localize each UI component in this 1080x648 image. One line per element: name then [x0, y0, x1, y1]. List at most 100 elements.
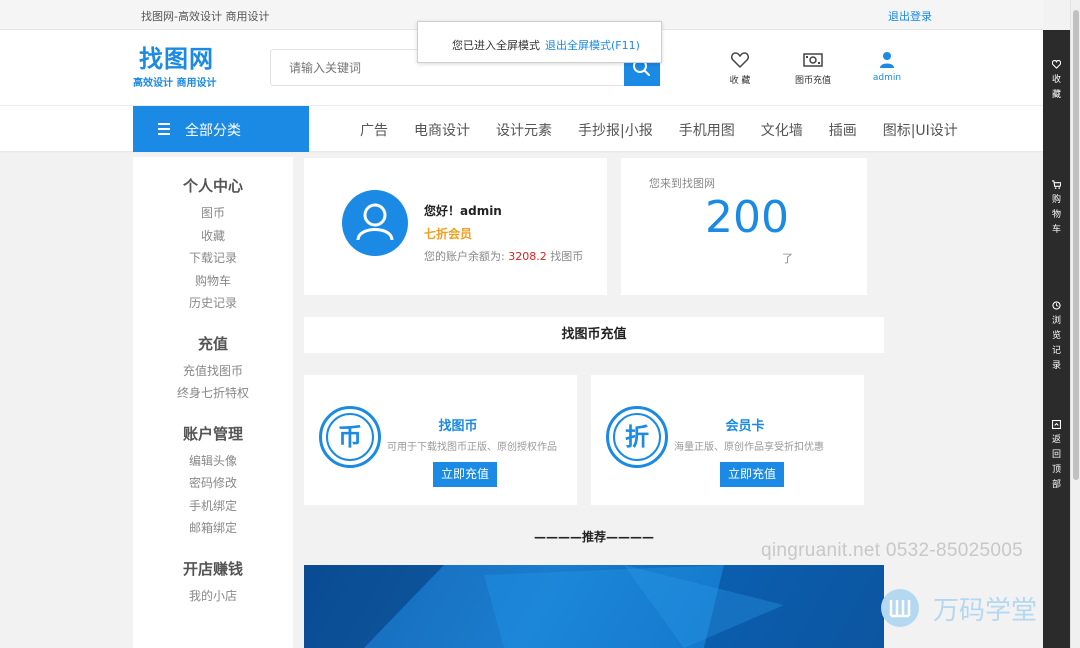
cart-icon: [1052, 180, 1061, 189]
main-nav: 全部分类 广告 电商设计 设计元素 手抄报|小报 手机用图 文化墙 插画 图标|…: [0, 105, 1043, 152]
nav-item[interactable]: 图标|UI设计: [883, 120, 958, 140]
rightbar-history[interactable]: 浏 览 记 录: [1043, 301, 1070, 374]
sidebar-group-recharge: 充值 充值找图币 终身七折特权: [133, 333, 293, 405]
rightbar-label: 顶: [1051, 465, 1061, 475]
nav-item[interactable]: 插画: [829, 120, 857, 140]
vip-recharge-button[interactable]: 立即充值: [720, 462, 784, 487]
rightbar-label: 记: [1051, 346, 1061, 356]
vip-card-title: 会员卡: [725, 419, 765, 434]
sidebar-group-personal: 个人中心 图币 收藏 下载记录 购物车 历史记录: [133, 175, 293, 315]
site-slogan: 找图网-高效设计 商用设计: [141, 10, 270, 23]
balance-label: 您的账户余额为:: [424, 250, 505, 263]
days-prefix: 您来到找图网: [649, 177, 715, 190]
favorites-label: 收 藏: [729, 76, 751, 86]
vip-card: 折 会员卡 海量正版、原创作品享受折扣优惠 立即充值: [591, 375, 864, 505]
watermark-contact: qingruanit.net 0532-85025005: [761, 540, 1023, 561]
recharge-button[interactable]: 图币充值: [783, 50, 843, 86]
rightbar-label: 物: [1051, 210, 1061, 220]
rightbar-label: 藏: [1051, 90, 1061, 100]
user-menu[interactable]: admin: [857, 50, 917, 83]
recharge-section-title: 找图币充值: [304, 317, 884, 353]
nav-item[interactable]: 设计元素: [496, 120, 552, 140]
sidebar-item[interactable]: 密码修改: [133, 472, 293, 495]
coin-card-title: 找图币: [438, 419, 478, 434]
scrollbar-thumb[interactable]: [1073, 10, 1079, 480]
recommend-banner[interactable]: [304, 565, 884, 648]
nav-item[interactable]: 电商设计: [414, 120, 470, 140]
exit-fullscreen-link[interactable]: 退出全屏模式(F11): [545, 37, 640, 53]
rightbar-label: 收: [1051, 75, 1061, 85]
days-suffix: 了: [782, 252, 793, 265]
sidebar-item[interactable]: 图币: [133, 202, 293, 225]
rightbar-label: 车: [1051, 225, 1061, 235]
sidebar-item[interactable]: 编辑头像: [133, 450, 293, 473]
fullscreen-message: 您已进入全屏模式: [452, 39, 540, 52]
sidebar-group-title: 账户管理: [182, 424, 243, 443]
user-info-card: 您好！admin 七折会员 您的账户余额为: 3208.2 找图币: [304, 158, 607, 295]
page-scrollbar[interactable]: [1070, 0, 1080, 648]
user-icon: [880, 52, 894, 68]
all-categories-button[interactable]: 全部分类: [133, 106, 309, 152]
sidebar-group-title: 个人中心: [182, 177, 243, 195]
clock-icon: [1052, 301, 1061, 310]
sidebar-group-title: 开店赚钱: [182, 559, 243, 578]
sidebar-item[interactable]: 历史记录: [133, 292, 293, 315]
avatar[interactable]: [342, 190, 408, 256]
sidebar-group-account: 账户管理 编辑头像 密码修改 手机绑定 邮箱绑定: [133, 423, 293, 540]
vip-badge: 七折会员: [424, 227, 473, 241]
watermark-brand-text: 万码学堂: [933, 596, 1038, 626]
logo-title: 找图网: [139, 45, 214, 73]
rightbar-favorites[interactable]: 收 藏: [1043, 60, 1070, 103]
balance-value: 3208.2: [508, 250, 547, 263]
user-info: 您好！admin 七折会员 您的账户余额为: 3208.2 找图币: [424, 202, 583, 264]
coin-card-desc: 可用于下载找图币正版、原创授权作品: [387, 442, 557, 453]
username-label: admin: [872, 73, 902, 83]
heart-icon: [1052, 60, 1061, 69]
user-sidebar: 个人中心 图币 收藏 下载记录 购物车 历史记录 充值 充值找图币 终身七折特权…: [133, 157, 293, 648]
rightbar-label: 回: [1051, 450, 1061, 460]
right-toolbar: 收 藏 购 物 车 浏 览 记 录 返 回 顶 部: [1043, 30, 1070, 648]
sidebar-item[interactable]: 邮箱绑定: [133, 517, 293, 540]
logout-link[interactable]: 退出登录: [888, 8, 932, 24]
rightbar-label: 购: [1051, 195, 1061, 205]
fullscreen-toast: 您已进入全屏模式 退出全屏模式(F11): [417, 21, 662, 63]
greeting: 您好！admin: [424, 204, 502, 218]
vip-card-desc: 海量正版、原创作品享受折扣优惠: [674, 442, 824, 453]
nav-item[interactable]: 手机用图: [679, 120, 735, 140]
menu-icon: [158, 123, 170, 138]
heart-icon: [731, 52, 749, 69]
favorites-button[interactable]: 收 藏: [710, 50, 770, 86]
sidebar-item[interactable]: 我的小店: [133, 585, 293, 608]
nav-item[interactable]: 文化墙: [761, 120, 803, 140]
rightbar-label: 录: [1051, 361, 1061, 371]
balance-unit: 找图币: [550, 250, 584, 263]
sidebar-item[interactable]: 购物车: [133, 270, 293, 293]
sidebar-group-title: 充值: [197, 334, 228, 353]
money-icon: [803, 53, 823, 67]
coin-recharge-card: 币 找图币 可用于下载找图币正版、原创授权作品 立即充值: [304, 375, 577, 505]
rightbar-label: 览: [1051, 331, 1061, 341]
days-count: 200: [705, 192, 789, 243]
sidebar-item[interactable]: 手机绑定: [133, 495, 293, 518]
days-card: 您来到找图网 200 了: [621, 158, 867, 295]
site-logo[interactable]: 找图网 高效设计 商用设计: [133, 44, 223, 89]
watermark-brand: 万码学堂: [880, 586, 1037, 633]
banner-pattern: [304, 565, 884, 648]
coin-recharge-button[interactable]: 立即充值: [433, 462, 497, 487]
recharge-label: 图币充值: [794, 76, 831, 86]
sidebar-item[interactable]: 终身七折特权: [133, 382, 293, 405]
user-avatar-icon: [356, 203, 394, 241]
sidebar-item[interactable]: 下载记录: [133, 247, 293, 270]
top-icon: [1052, 420, 1061, 429]
rightbar-label: 返: [1051, 435, 1061, 445]
brand-logo-icon: [881, 589, 919, 627]
rightbar-label: 部: [1051, 480, 1061, 490]
sidebar-item[interactable]: 收藏: [133, 225, 293, 248]
nav-item[interactable]: 手抄报|小报: [578, 120, 653, 140]
logo-subtitle: 高效设计 商用设计: [133, 78, 217, 89]
sidebar-item[interactable]: 充值找图币: [133, 360, 293, 383]
rightbar-back-to-top[interactable]: 返 回 顶 部: [1043, 420, 1070, 493]
nav-item[interactable]: 广告: [360, 120, 388, 140]
rightbar-cart[interactable]: 购 物 车: [1043, 180, 1070, 238]
rightbar-label: 浏: [1051, 316, 1061, 326]
